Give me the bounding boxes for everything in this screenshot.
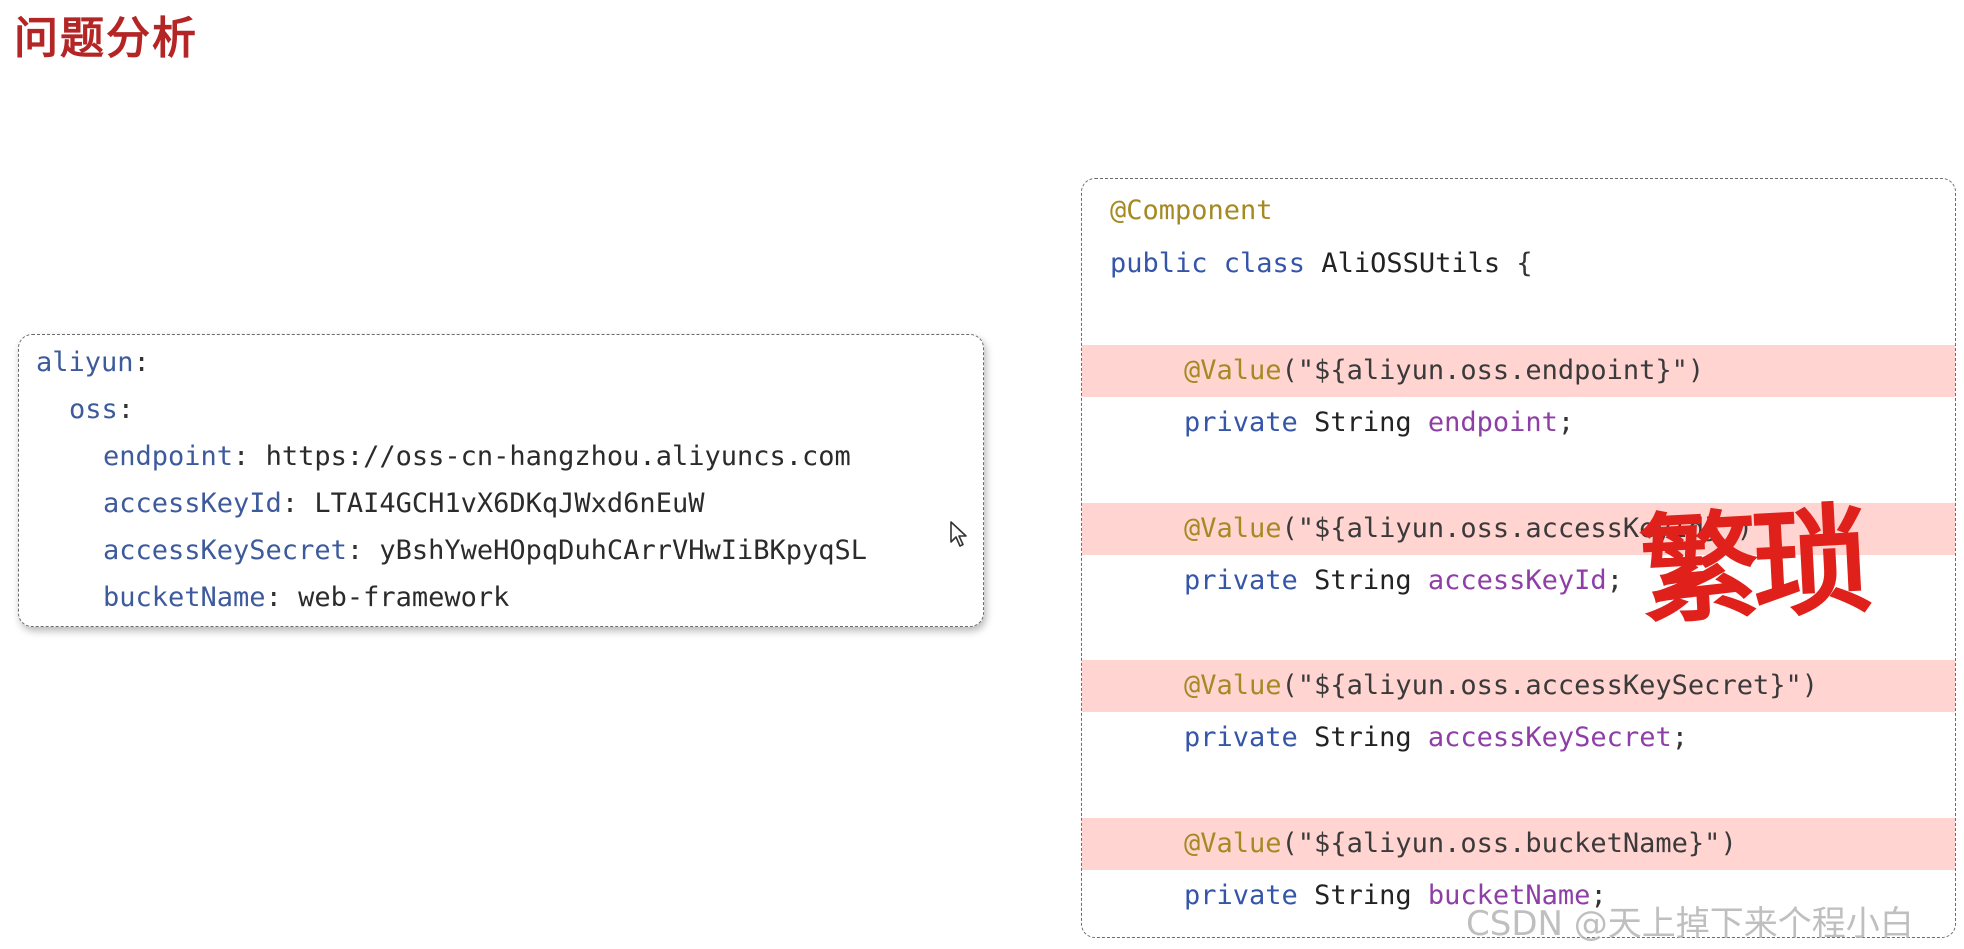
watermark: CSDN @天上掉下来个程小白 [1466,904,1914,944]
mouse-cursor-icon [950,521,967,547]
yaml-line: bucketName: web-framework [103,582,510,613]
code-line: private String endpoint; [1184,407,1575,438]
yaml-line: aliyun: [36,347,150,378]
yaml-line: oss: [69,394,135,425]
code-line: public class AliOSSUtils { [1110,248,1533,279]
code-line: @Value("${aliyun.oss.endpoint}") [1184,355,1705,386]
handwritten-annotation: 繁琐 [1637,490,1869,641]
yaml-line: endpoint: https://oss-cn-hangzhou.aliyun… [103,441,851,472]
yaml-config-block: aliyun: oss: endpoint: https://oss-cn-ha… [18,334,984,627]
code-line: private String accessKeySecret; [1184,722,1688,753]
yaml-line: accessKeySecret: yBshYweHOpqDuhCArrVHwIi… [103,535,868,566]
yaml-line: accessKeyId: LTAI4GCH1vX6DKqJWxd6nEuW [103,488,705,519]
code-line: @Component [1110,195,1273,226]
code-line: @Value("${aliyun.oss.accessKeySecret}") [1184,670,1818,701]
code-line: @Value("${aliyun.oss.bucketName}") [1184,828,1737,859]
page-title: 问题分析 [14,13,198,64]
